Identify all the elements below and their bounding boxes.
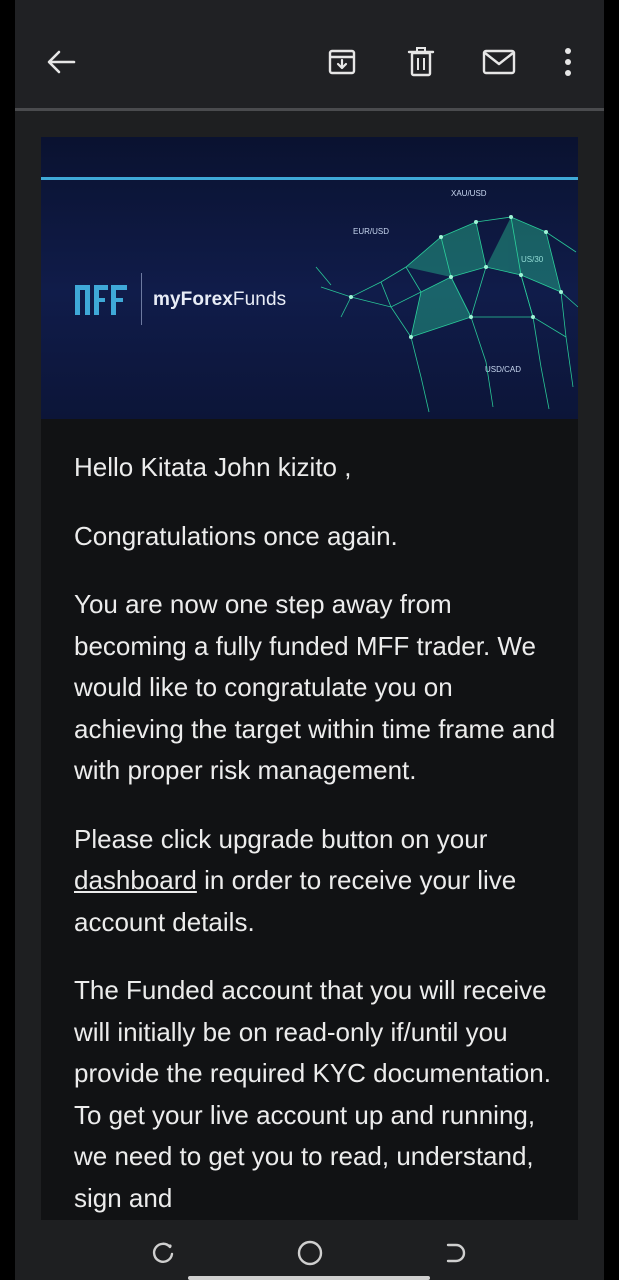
system-nav-bar: [15, 1220, 604, 1280]
paragraph-4: The Funded account that you will receive…: [74, 975, 551, 1213]
brand-separator: [141, 273, 142, 325]
more-vert-icon: [565, 48, 571, 76]
dashboard-link[interactable]: dashboard: [74, 865, 197, 895]
email-banner: myForexFunds XAU/USD EUR/USD US/30 USD/C…: [41, 137, 578, 419]
paragraph-2: You are now one step away from becoming …: [74, 589, 556, 785]
email-toolbar: [15, 0, 604, 108]
archive-icon: [328, 49, 356, 75]
brand-name: myForexFunds: [153, 289, 286, 311]
nav-back-button[interactable]: [440, 1238, 470, 1268]
nav-back-icon: [446, 1243, 466, 1263]
recents-button[interactable]: [148, 1238, 178, 1268]
paragraph-3: Please click upgrade button on your dash…: [74, 819, 564, 944]
mail-icon: [482, 49, 516, 75]
trash-icon: [407, 47, 435, 77]
email-body-text: Hello Kitata John kizito , Congratulatio…: [74, 447, 564, 1220]
greeting-text: Hello Kitata John kizito ,: [74, 452, 352, 482]
home-button[interactable]: [295, 1238, 325, 1268]
arrow-left-icon: [47, 50, 76, 74]
phone-screen: myForexFunds XAU/USD EUR/USD US/30 USD/C…: [15, 0, 604, 1280]
banner-accent-line: [41, 177, 578, 180]
paragraph-3-start: Please click upgrade button on your: [74, 823, 488, 854]
home-circle-icon: [297, 1240, 323, 1266]
email-content-area[interactable]: myForexFunds XAU/USD EUR/USD US/30 USD/C…: [15, 111, 604, 1220]
gesture-home-indicator[interactable]: [188, 1276, 430, 1280]
mark-unread-button[interactable]: [477, 40, 521, 84]
brand-name-bold: myForex: [153, 289, 233, 310]
back-button[interactable]: [39, 40, 83, 84]
more-options-button[interactable]: [546, 40, 590, 84]
email-body-card: myForexFunds XAU/USD EUR/USD US/30 USD/C…: [41, 137, 578, 1220]
delete-button[interactable]: [399, 40, 443, 84]
archive-button[interactable]: [320, 40, 364, 84]
paragraph-1: Congratulations once again.: [74, 520, 398, 551]
brand-name-rest: Funds: [232, 289, 287, 310]
bull-illustration: [315, 215, 578, 413]
mff-logo-icon: [75, 285, 127, 315]
recents-icon: [152, 1242, 174, 1263]
